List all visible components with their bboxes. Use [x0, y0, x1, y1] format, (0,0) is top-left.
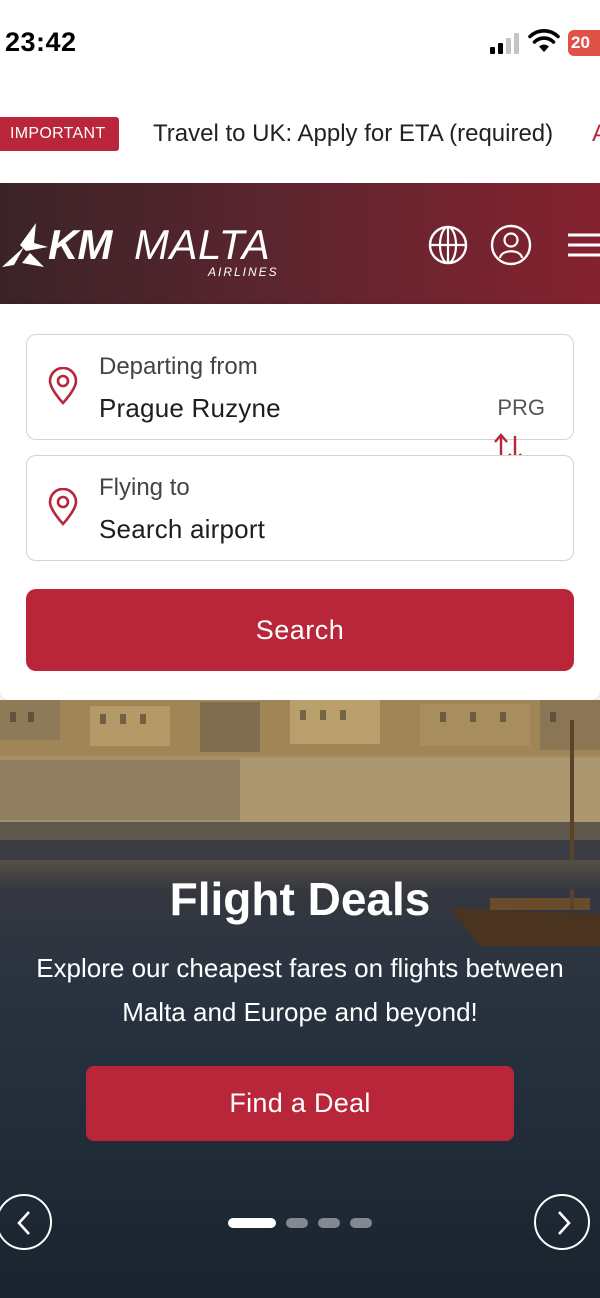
find-a-deal-button[interactable]: Find a Deal	[86, 1066, 514, 1141]
logo-mark-icon	[2, 223, 48, 267]
hero-subtitle: Explore our cheapest fares on flights be…	[0, 946, 600, 1034]
location-pin-icon	[48, 488, 78, 526]
user-icon[interactable]	[489, 223, 533, 267]
valletta-skyline-image	[0, 700, 600, 860]
battery-icon: 20	[568, 30, 600, 56]
wifi-icon	[528, 29, 560, 52]
departing-from-field[interactable]: Departing from Prague Ruzyne PRG	[26, 334, 574, 440]
cellular-signal-icon	[490, 32, 522, 54]
flying-to-field[interactable]: Flying to Search airport	[26, 455, 574, 561]
departing-from-value[interactable]: Prague Ruzyne	[99, 393, 281, 424]
site-header: KM MALTA AIRLINES	[0, 183, 600, 308]
carousel-next-button[interactable]	[534, 1194, 590, 1250]
search-button[interactable]: Search	[26, 589, 574, 671]
battery-level: 20	[571, 33, 590, 52]
carousel-prev-button[interactable]	[0, 1194, 52, 1250]
chevron-left-icon	[17, 1211, 30, 1235]
flight-search-card: Departing from Prague Ruzyne PRG Flying …	[0, 304, 600, 700]
flight-deals-hero: Flight Deals Explore our cheapest fares …	[0, 700, 600, 1298]
logo-airlines-text: AIRLINES	[208, 265, 279, 279]
flying-to-label: Flying to	[99, 474, 190, 501]
flying-to-value[interactable]: Search airport	[99, 514, 265, 545]
menu-icon[interactable]	[562, 223, 600, 267]
hero-subtitle-line-2: Malta and Europe and beyond!	[122, 997, 478, 1027]
carousel-dot[interactable]	[350, 1218, 372, 1228]
alert-text[interactable]: Travel to UK: Apply for ETA (required)	[153, 119, 553, 149]
globe-icon[interactable]	[426, 223, 470, 267]
hero-title: Flight Deals	[169, 873, 431, 925]
departing-from-label: Departing from	[99, 353, 258, 380]
chevron-right-icon	[558, 1211, 571, 1235]
departing-from-code: PRG	[497, 395, 545, 420]
hero-subtitle-line-1: Explore our cheapest fares on flights be…	[36, 953, 564, 983]
alert-banner[interactable]: IMPORTANT Travel to UK: Apply for ETA (r…	[0, 117, 600, 153]
carousel-dot[interactable]	[228, 1218, 276, 1228]
carousel-dot[interactable]	[318, 1218, 340, 1228]
km-malta-logo[interactable]: KM MALTA AIRLINES	[0, 211, 300, 281]
status-bar: 23:42 20	[0, 0, 600, 90]
important-badge: IMPORTANT	[0, 117, 120, 151]
status-time: 23:42	[5, 27, 77, 57]
alert-next-text[interactable]: A	[592, 119, 600, 149]
carousel-dot[interactable]	[286, 1218, 308, 1228]
location-pin-icon	[48, 367, 78, 405]
logo-km-text: KM	[48, 221, 112, 268]
logo-malta-text: MALTA	[134, 221, 271, 268]
